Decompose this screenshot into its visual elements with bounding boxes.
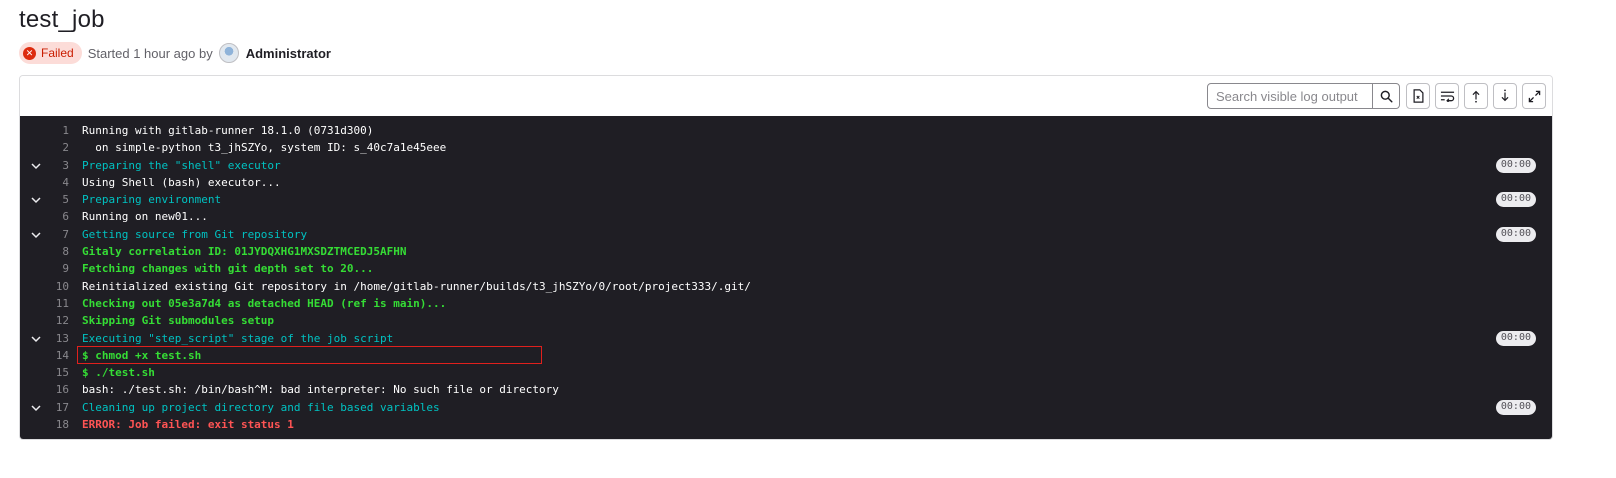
chevron-down-icon[interactable] bbox=[30, 333, 42, 345]
log-line: 4 Using Shell (bash) executor... bbox=[20, 174, 1552, 191]
show-raw-button[interactable] bbox=[1406, 83, 1430, 109]
line-number[interactable]: 17 bbox=[47, 399, 69, 416]
scroll-to-bottom-button[interactable] bbox=[1493, 83, 1517, 109]
chevron-down-icon[interactable] bbox=[30, 194, 42, 206]
log-line: 12 Skipping Git submodules setup bbox=[20, 312, 1552, 329]
section-duration-badge: 00:00 bbox=[1495, 399, 1536, 415]
log-section-header[interactable]: 13 Executing "step_script" stage of the j… bbox=[20, 330, 1552, 347]
line-number[interactable]: 7 bbox=[47, 226, 69, 243]
log-text: Fetching changes with git depth set to 2… bbox=[82, 262, 374, 276]
search-icon bbox=[1380, 90, 1393, 103]
avatar[interactable] bbox=[218, 43, 239, 63]
line-number[interactable]: 9 bbox=[47, 260, 69, 277]
line-number[interactable]: 1 bbox=[47, 122, 69, 139]
status-label: Failed bbox=[41, 46, 74, 60]
log-line: 15 $ ./test.sh bbox=[20, 364, 1552, 381]
line-number[interactable]: 10 bbox=[47, 278, 69, 295]
log-text: ERROR: Job failed: exit status 1 bbox=[82, 418, 294, 432]
log-output: 1 Running with gitlab-runner 18.1.0 (0731… bbox=[20, 116, 1552, 439]
line-number[interactable]: 8 bbox=[47, 243, 69, 260]
job-meta: ✕ Failed Started 1 hour ago by Administr… bbox=[19, 42, 331, 64]
log-text: bash: ./test.sh: /bin/bash^M: bad interp… bbox=[82, 383, 559, 397]
line-number[interactable]: 16 bbox=[47, 381, 69, 398]
log-search bbox=[1207, 83, 1400, 109]
scroll-down-icon bbox=[1501, 89, 1509, 102]
section-duration-badge: 00:00 bbox=[1495, 226, 1536, 242]
log-text: Skipping Git submodules setup bbox=[82, 314, 275, 328]
log-line: 2 on simple-python t3_jhSZYo, system ID:… bbox=[20, 139, 1552, 156]
section-duration-badge: 00:00 bbox=[1495, 192, 1536, 208]
line-number[interactable]: 13 bbox=[47, 330, 69, 347]
section-duration-badge: 00:00 bbox=[1495, 330, 1536, 346]
error-highlight bbox=[77, 346, 542, 364]
file-icon bbox=[1413, 89, 1423, 103]
log-text: Gitaly correlation ID: 01JYDQXHG1MXSDZTM… bbox=[82, 245, 407, 259]
line-number[interactable]: 6 bbox=[47, 208, 69, 225]
maximize-icon bbox=[1528, 90, 1540, 102]
line-number[interactable]: 12 bbox=[47, 312, 69, 329]
search-button[interactable] bbox=[1372, 83, 1399, 109]
log-line: 11 Checking out 05e3a7d4 as detached HEAD… bbox=[20, 295, 1552, 312]
log-text: Executing "step_script" stage of the job… bbox=[82, 331, 394, 345]
search-input[interactable] bbox=[1208, 84, 1374, 108]
section-duration-badge: 00:00 bbox=[1495, 157, 1536, 173]
started-text: Started 1 hour ago by bbox=[87, 45, 213, 61]
log-line: 8 Gitaly correlation ID: 01JYDQXHG1MXSDZT… bbox=[20, 243, 1552, 260]
log-section-header[interactable]: 3 Preparing the "shell" executor 00:00 bbox=[20, 157, 1552, 174]
status-badge[interactable]: ✕ Failed bbox=[19, 42, 82, 64]
log-toolbar bbox=[20, 76, 1552, 116]
log-text: Getting source from Git repository bbox=[82, 227, 308, 241]
wrap-lines-button[interactable] bbox=[1435, 83, 1459, 109]
chevron-down-icon[interactable] bbox=[30, 402, 42, 414]
line-number[interactable]: 5 bbox=[47, 191, 69, 208]
log-text: on simple-python t3_jhSZYo, system ID: s… bbox=[82, 141, 447, 155]
log-line: 10 Reinitialized existing Git repository … bbox=[20, 278, 1552, 295]
log-text: Reinitialized existing Git repository in… bbox=[82, 279, 751, 293]
job-log-panel: 1 Running with gitlab-runner 18.1.0 (0731… bbox=[19, 75, 1553, 440]
line-number[interactable]: 14 bbox=[47, 347, 69, 364]
scroll-to-top-button[interactable] bbox=[1464, 83, 1488, 109]
line-number[interactable]: 3 bbox=[47, 157, 69, 174]
log-text: Preparing the "shell" executor bbox=[82, 158, 281, 172]
text-wrap-icon bbox=[1440, 91, 1454, 102]
user-link[interactable]: Administrator bbox=[246, 46, 331, 61]
fullscreen-button[interactable] bbox=[1522, 83, 1546, 109]
chevron-down-icon[interactable] bbox=[30, 229, 42, 241]
log-text: Using Shell (bash) executor... bbox=[82, 175, 281, 189]
log-text: Checking out 05e3a7d4 as detached HEAD (… bbox=[82, 296, 447, 310]
log-line: 18 ERROR: Job failed: exit status 1 bbox=[20, 416, 1552, 433]
log-text: Preparing environment bbox=[82, 193, 222, 207]
log-section-header[interactable]: 7 Getting source from Git repository 00:00 bbox=[20, 226, 1552, 243]
log-line: 6 Running on new01... bbox=[20, 208, 1552, 225]
log-text: Running with gitlab-runner 18.1.0 (0731d… bbox=[82, 124, 374, 137]
log-section-header[interactable]: 5 Preparing environment 00:00 bbox=[20, 191, 1552, 208]
log-line: 1 Running with gitlab-runner 18.1.0 (0731… bbox=[20, 122, 1552, 139]
chevron-down-icon[interactable] bbox=[30, 160, 42, 172]
x-circle-icon: ✕ bbox=[23, 46, 36, 60]
line-number[interactable]: 15 bbox=[47, 364, 69, 381]
line-number[interactable]: 4 bbox=[47, 174, 69, 191]
line-number[interactable]: 11 bbox=[47, 295, 69, 312]
log-text: $ ./test.sh bbox=[82, 366, 155, 380]
log-text: Running on new01... bbox=[82, 210, 208, 224]
line-number[interactable]: 2 bbox=[47, 139, 69, 156]
log-section-header[interactable]: 17 Cleaning up project directory and file… bbox=[20, 399, 1552, 416]
scroll-up-icon bbox=[1472, 90, 1480, 103]
page-title: test_job bbox=[19, 6, 105, 33]
log-line: 16 bash: ./test.sh: /bin/bash^M: bad inte… bbox=[20, 381, 1552, 398]
line-number[interactable]: 18 bbox=[47, 416, 69, 433]
log-line: 9 Fetching changes with git depth set to … bbox=[20, 260, 1552, 277]
log-text: Cleaning up project directory and file b… bbox=[82, 400, 440, 414]
